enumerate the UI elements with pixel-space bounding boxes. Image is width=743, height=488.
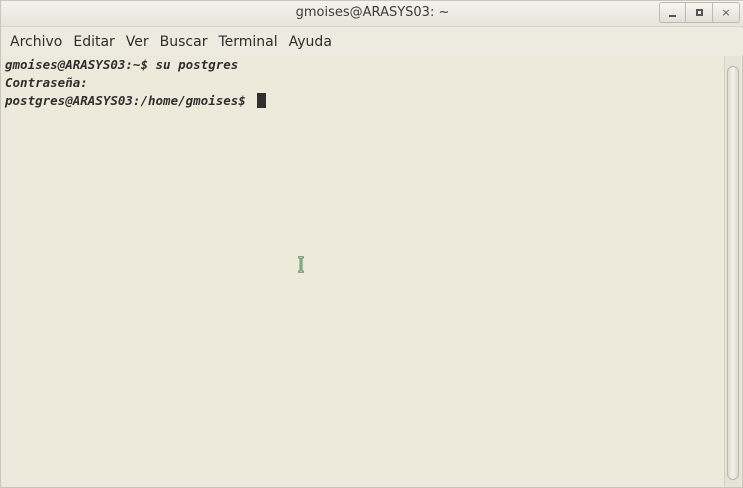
menu-bar: Archivo Editar Ver Buscar Terminal Ayuda [1,28,743,55]
scrollbar-thumb[interactable] [727,66,739,480]
window-title: gmoises@ARASYS03: ~ [295,5,450,20]
menu-archivo[interactable]: Archivo [5,31,67,53]
terminal-prompt: postgres@ARASYS03:/home/gmoises$ [5,93,254,108]
menu-terminal[interactable]: Terminal [213,31,282,53]
title-bar[interactable]: gmoises@ARASYS03: ~ × [1,1,743,27]
maximize-icon [695,9,703,16]
menu-ayuda[interactable]: Ayuda [284,31,337,53]
terminal-line: gmoises@ARASYS03:~$ su postgres [5,57,239,72]
menu-buscar[interactable]: Buscar [155,31,213,53]
terminal-output[interactable]: gmoises@ARASYS03:~$ su postgres Contrase… [1,56,725,487]
window-controls: × [659,2,740,23]
maximize-button[interactable] [686,2,713,23]
terminal-window: gmoises@ARASYS03: ~ × Archivo Editar Ver… [0,0,743,488]
menu-ver[interactable]: Ver [121,31,154,53]
menu-editar[interactable]: Editar [68,31,119,53]
close-icon: × [721,6,731,19]
terminal-line: Contraseña: [5,75,88,90]
minimize-icon [669,14,676,17]
minimize-button[interactable] [659,2,686,23]
terminal-prompt-line: postgres@ARASYS03:/home/gmoises$ [5,92,725,110]
text-cursor [257,93,267,108]
i-beam-cursor-icon [298,256,304,273]
vertical-scrollbar[interactable] [724,56,741,487]
close-button[interactable]: × [713,2,740,23]
